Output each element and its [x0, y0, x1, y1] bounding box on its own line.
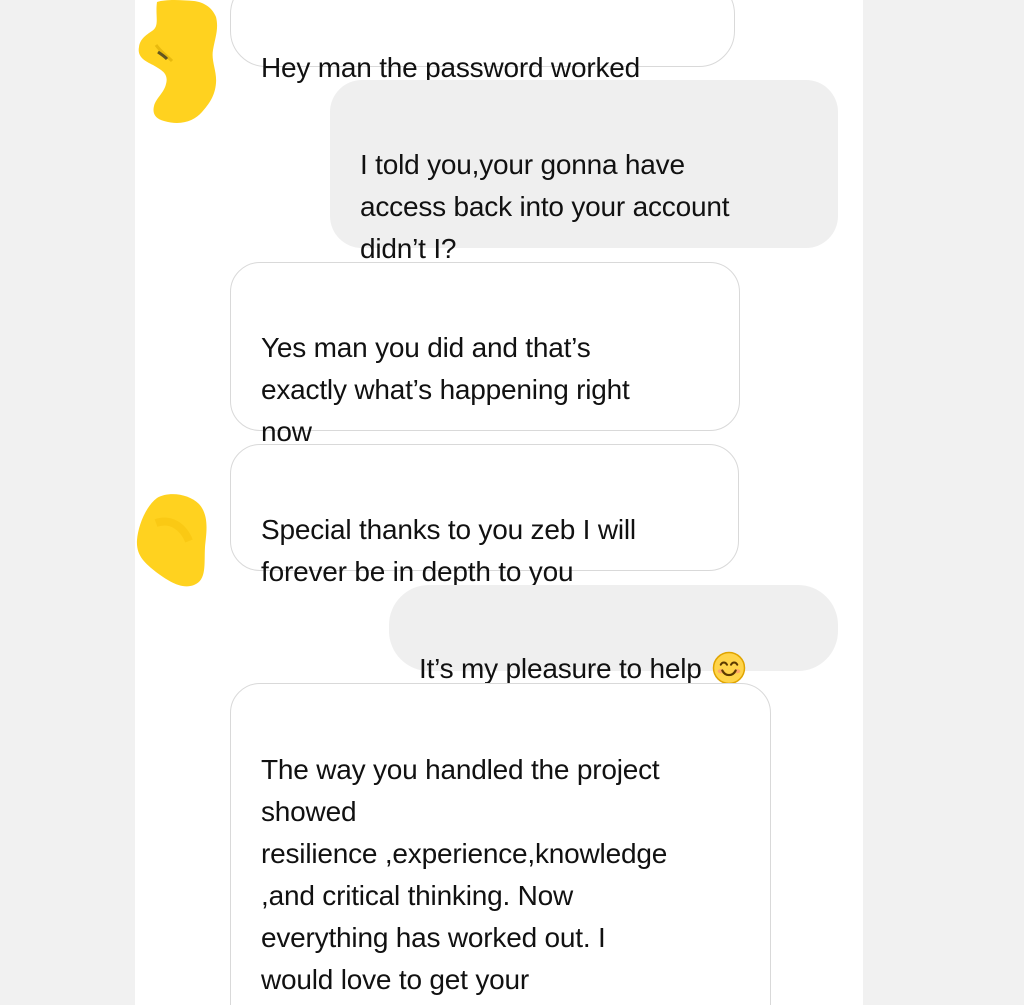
message-text: I told you,your gonna have access back i…: [360, 149, 730, 264]
incoming-message-bubble: Yes man you did and that’s exactly what’…: [230, 262, 740, 447]
smiling-face-with-smiling-eyes-icon: [712, 651, 745, 685]
chat-screenshot: Hey man the password worked I told you,y…: [0, 0, 1024, 1005]
outgoing-message-bubble: I told you,your gonna have access back i…: [330, 80, 838, 264]
message-text: Yes man you did and that’s exactly what’…: [261, 332, 630, 447]
incoming-message-bubble: The way you handled the project showed r…: [230, 683, 771, 1005]
message-text: The way you handled the project showed r…: [261, 754, 668, 995]
incoming-message-bubble: Hey man the password worked: [230, 0, 735, 83]
message-text: It’s my pleasure to help: [419, 653, 702, 684]
message-text: Hey man the password worked: [261, 52, 640, 83]
outgoing-message-bubble: It’s my pleasure to help: [389, 585, 838, 685]
incoming-message-bubble: Special thanks to you zeb I will forever…: [230, 444, 739, 587]
